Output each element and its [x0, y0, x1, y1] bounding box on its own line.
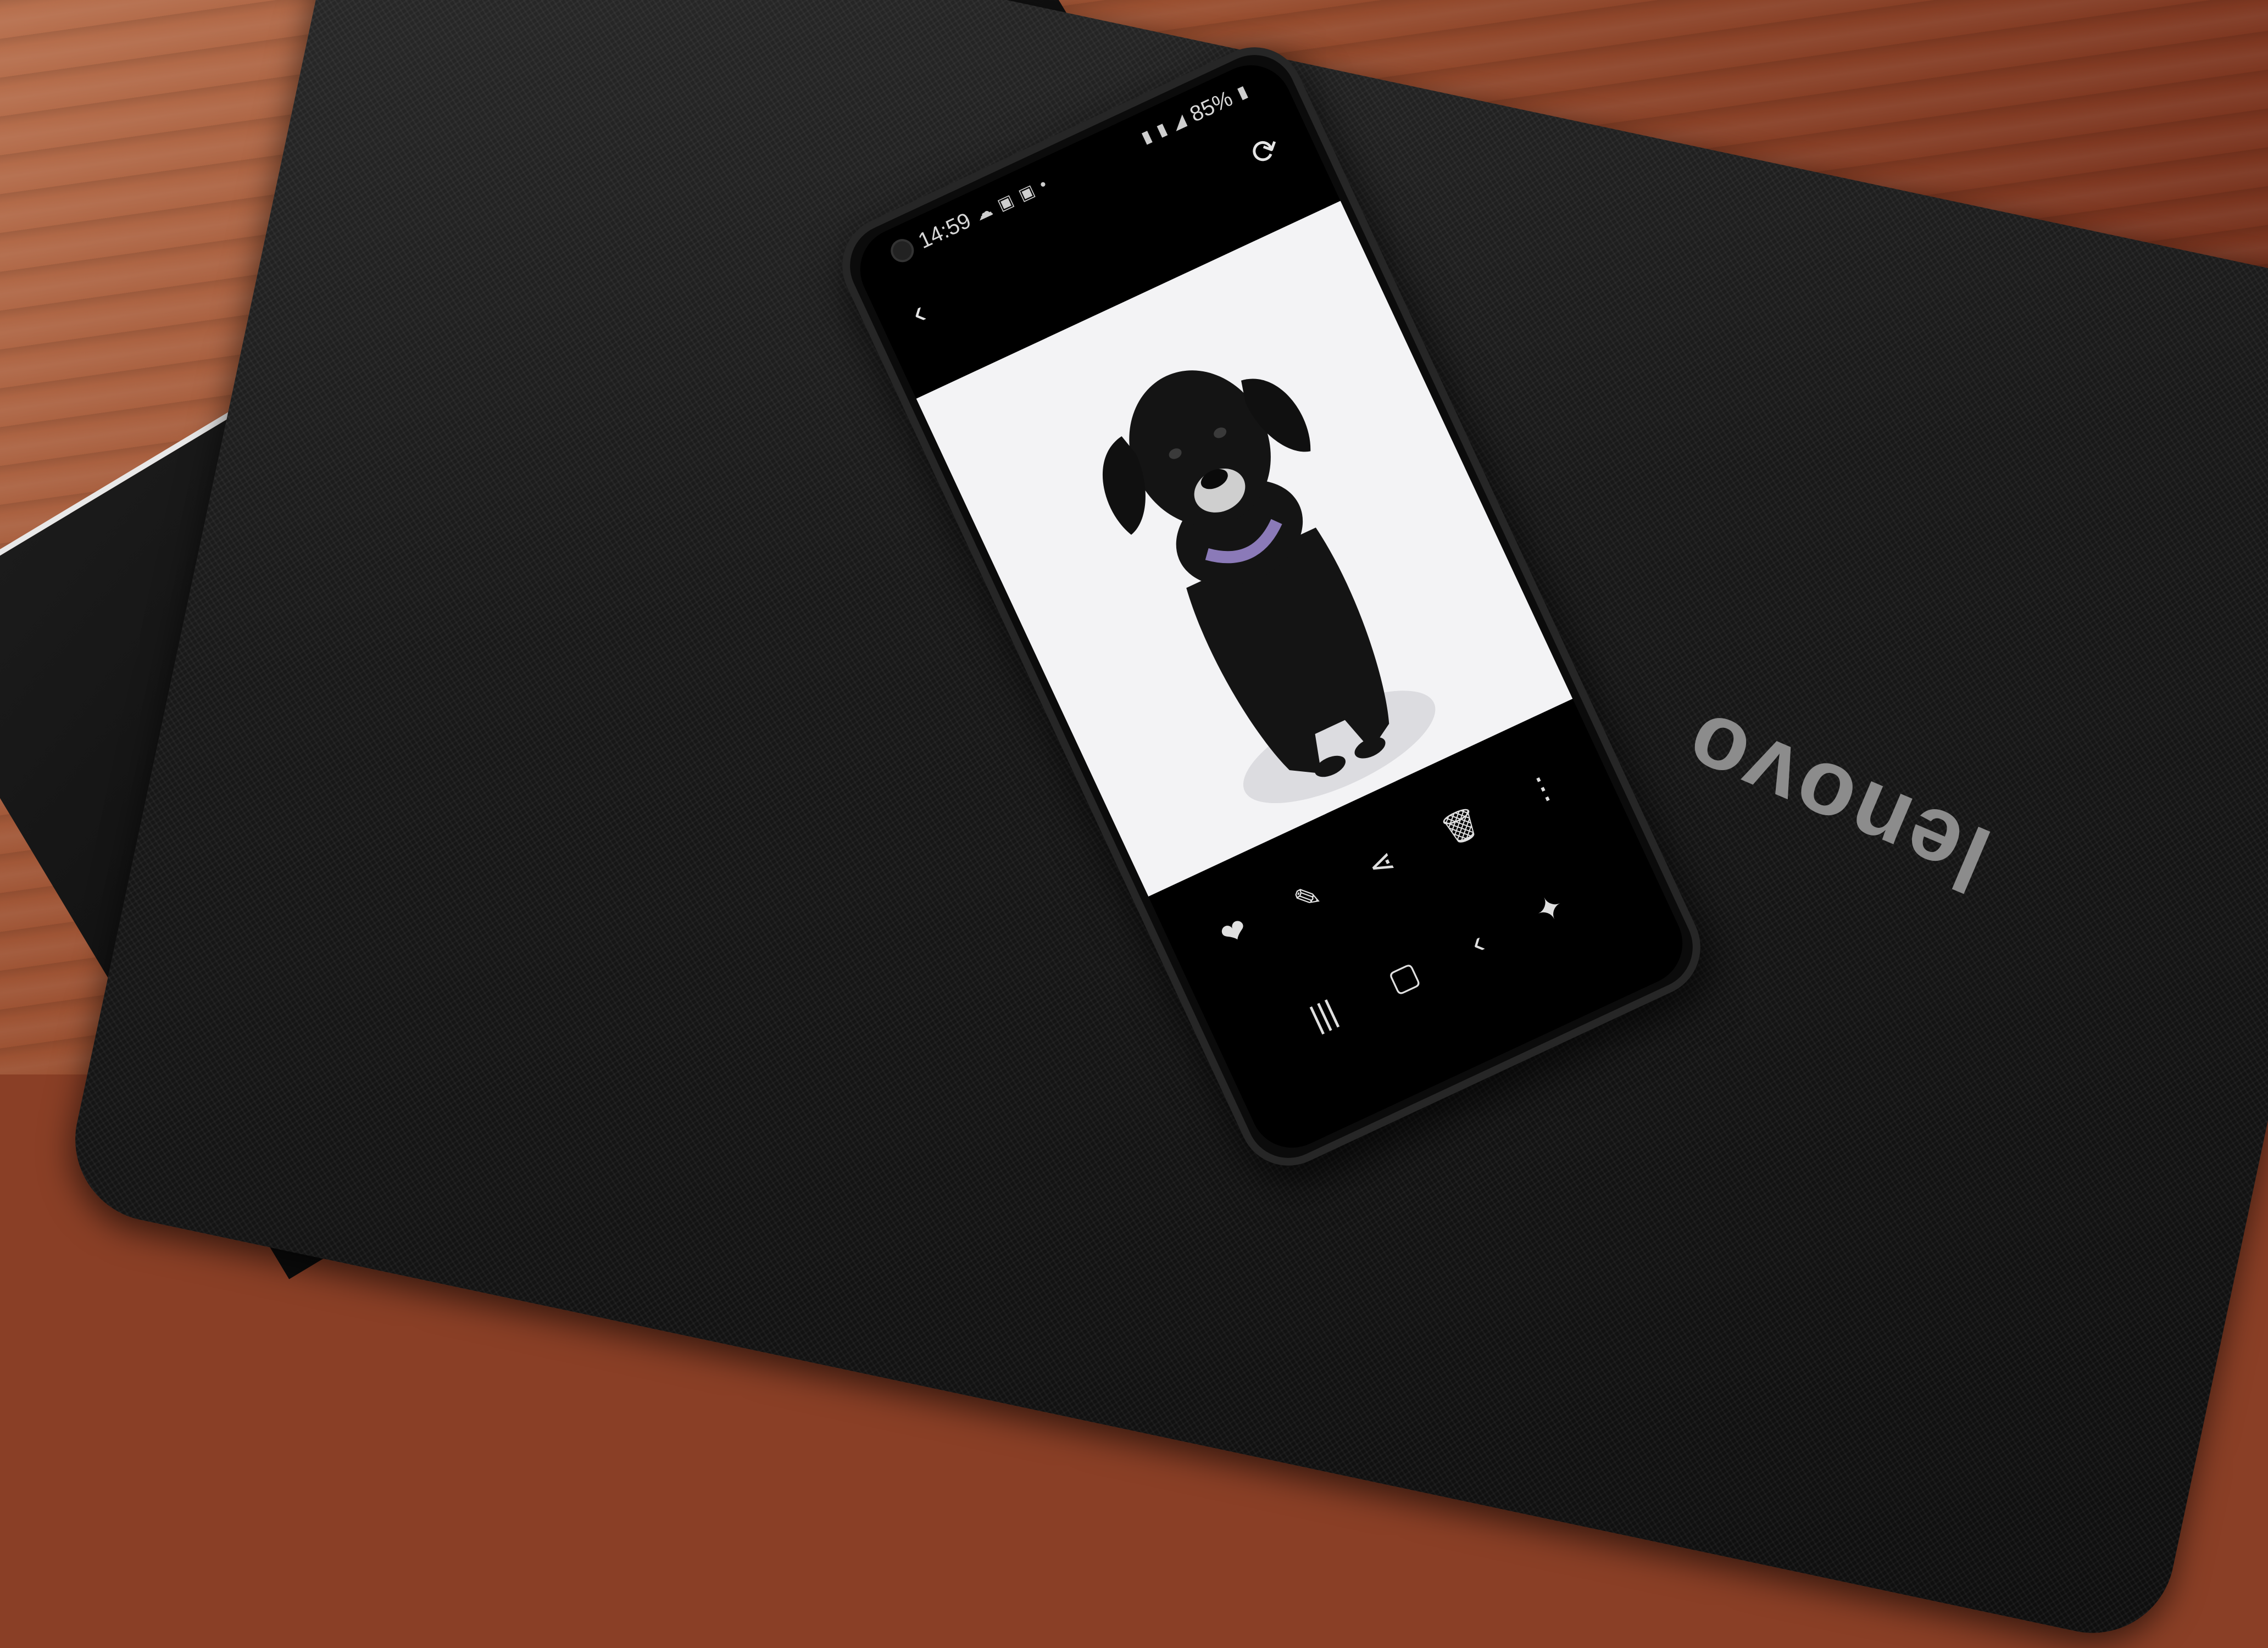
back-icon[interactable]: ‹	[905, 293, 931, 331]
battery-icon: ▮	[1234, 82, 1250, 103]
edit-icon[interactable]: ✎	[1288, 877, 1326, 919]
remaster-icon[interactable]: ⟳	[1245, 128, 1286, 173]
delete-icon[interactable]: 🗑	[1436, 803, 1486, 850]
battery-percent: 85%	[1186, 86, 1236, 127]
notification-icon: ▣	[1015, 181, 1038, 204]
favorite-icon[interactable]: ❤	[1215, 911, 1253, 953]
sim-icon: ▮	[1154, 119, 1170, 140]
share-icon[interactable]: ⋖	[1362, 842, 1400, 884]
accessibility-icon[interactable]: ✦	[1530, 887, 1570, 931]
more-options-icon[interactable]: ⋮	[1521, 766, 1564, 810]
cloud-icon: ☁	[972, 201, 996, 225]
status-time: 14:59	[914, 208, 975, 253]
notification-icon: ▣	[994, 191, 1016, 214]
sim-icon: ▮	[1138, 126, 1155, 147]
home-icon[interactable]: ▢	[1382, 955, 1425, 1000]
back-nav-icon[interactable]: ‹	[1465, 925, 1490, 961]
dot-icon: •	[1036, 175, 1050, 194]
signal-icon: ◢	[1169, 110, 1188, 133]
recents-icon[interactable]: |||	[1305, 993, 1342, 1036]
front-camera	[887, 235, 918, 266]
